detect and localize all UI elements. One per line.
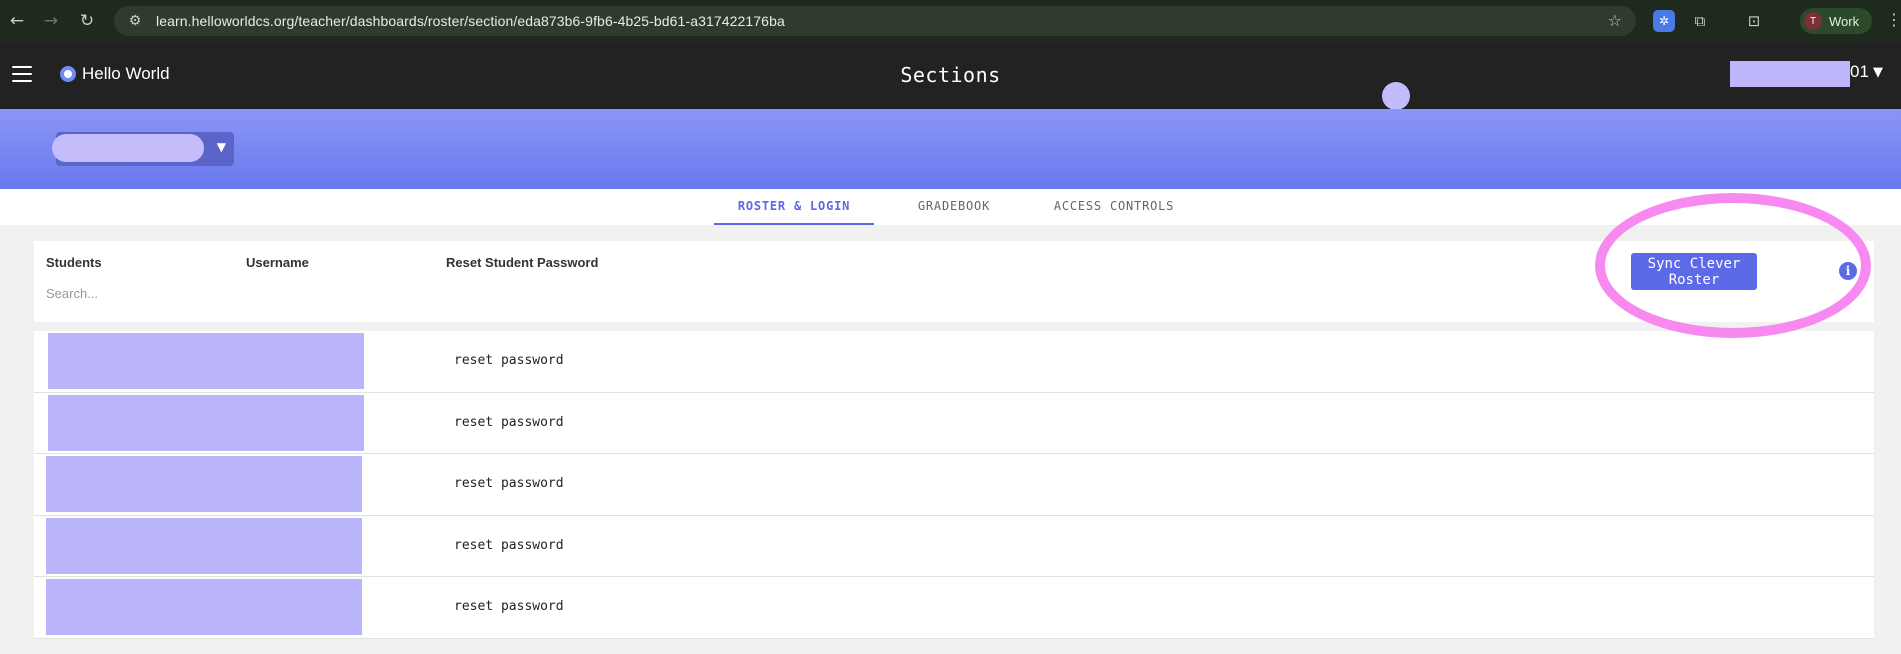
profile-name: Work xyxy=(1829,13,1860,29)
redacted-student-info xyxy=(48,394,364,451)
profile-chip[interactable]: T Work xyxy=(1800,8,1872,34)
url-text[interactable]: learn.helloworldcs.org/teacher/dashboard… xyxy=(156,13,785,29)
extensions-puzzle-icon[interactable]: ⧉ xyxy=(1689,10,1711,32)
browser-toolbar: ← → ↻ ⚙ learn.helloworldcs.org/teacher/d… xyxy=(0,0,1901,42)
redacted-student-info xyxy=(48,333,364,389)
mouse-cursor-indicator xyxy=(1382,82,1410,110)
tab-bar: ROSTER & LOGIN GRADEBOOK ACCESS CONTROLS xyxy=(0,189,1901,225)
roster-table-body: reset password reset password reset pass… xyxy=(34,331,1874,639)
redacted-student-info xyxy=(46,456,362,512)
column-header-students[interactable]: Students xyxy=(46,255,102,270)
dropdown-caret-icon: ▼ xyxy=(216,140,226,154)
redacted-student-info xyxy=(46,517,362,574)
username-suffix[interactable]: 01 xyxy=(1850,62,1869,82)
tab-access-controls[interactable]: ACCESS CONTROLS xyxy=(1044,199,1184,225)
page-title: Sections xyxy=(900,63,1001,87)
address-bar[interactable]: ⚙ learn.helloworldcs.org/teacher/dashboa… xyxy=(114,6,1636,36)
reset-password-link[interactable]: reset password xyxy=(454,415,564,430)
tab-gradebook[interactable]: GRADEBOOK xyxy=(898,199,1010,225)
tab-roster-login[interactable]: ROSTER & LOGIN xyxy=(714,199,874,225)
section-dropdown[interactable]: ▼ xyxy=(52,132,234,166)
redacted-username[interactable] xyxy=(1730,61,1850,87)
tab-search-icon[interactable]: ⊡ xyxy=(1743,10,1765,32)
table-row: reset password xyxy=(34,516,1874,577)
table-row: reset password xyxy=(34,577,1874,639)
reset-password-link[interactable]: reset password xyxy=(454,599,564,614)
site-settings-icon[interactable]: ⚙ xyxy=(120,13,150,29)
reload-icon[interactable]: ↻ xyxy=(72,6,102,36)
redacted-student-info xyxy=(46,579,362,635)
column-header-username[interactable]: Username xyxy=(246,255,309,270)
table-row: reset password xyxy=(34,393,1874,454)
table-row: reset password xyxy=(34,454,1874,516)
redacted-section-name xyxy=(52,134,204,162)
user-menu-caret-icon[interactable]: ▼ xyxy=(1873,65,1883,80)
profile-avatar: T xyxy=(1804,12,1822,30)
forward-arrow-icon[interactable]: → xyxy=(36,6,66,36)
search-input[interactable] xyxy=(46,286,246,301)
section-banner: ▼ xyxy=(0,109,1901,189)
reset-password-link[interactable]: reset password xyxy=(454,538,564,553)
highlight-annotation-oval xyxy=(1595,193,1871,338)
bookmark-star-icon[interactable]: ☆ xyxy=(1608,11,1622,30)
back-arrow-icon[interactable]: ← xyxy=(2,6,32,36)
reset-password-link[interactable]: reset password xyxy=(454,353,564,368)
reset-password-link[interactable]: reset password xyxy=(454,476,564,491)
column-header-reset-password: Reset Student Password xyxy=(446,255,599,270)
table-row: reset password xyxy=(34,331,1874,393)
extension-icon[interactable]: ✲ xyxy=(1653,10,1675,32)
browser-menu-icon[interactable]: ⋮ xyxy=(1886,10,1901,29)
app-header: Hello World Sections 01 ▼ xyxy=(0,42,1901,110)
